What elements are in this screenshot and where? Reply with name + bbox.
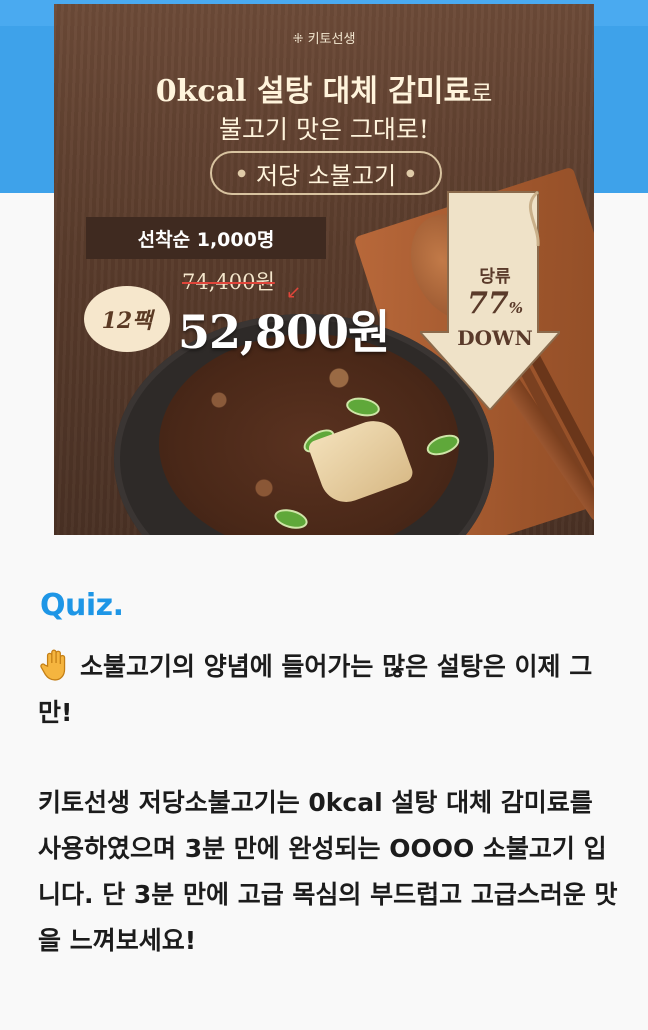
first-come-label: 선착순 1,000명 [86, 217, 326, 259]
sugar-reduction: 77% [466, 286, 523, 321]
raised-hand-icon [40, 649, 66, 681]
sparkle-icon: ⁜ [292, 32, 308, 47]
brand-name: ⁜ 키토선생 [292, 32, 356, 47]
promo-banner-image[interactable]: ⁜ 키토선생 0kcal 설탕 대체 감미료로 불고기 맛은 그대로! ● 저당… [54, 4, 594, 535]
sale-price: 52,800원 [178, 305, 390, 359]
headline: 0kcal 설탕 대체 감미료로 [155, 74, 493, 109]
bullet-dot: ● [406, 167, 415, 179]
original-price: 74,400원 [182, 270, 275, 294]
subheadline: 불고기 맛은 그대로! [219, 115, 429, 144]
down-label: DOWN [457, 326, 533, 350]
sugar-label: 당류 [479, 267, 511, 287]
quiz-description: 키토선생 저당소불고기는 0kcal 설탕 대체 감미료를 사용하였으며 3분 … [38, 788, 618, 955]
quiz-intro: 소불고기의 양념에 들어가는 많은 설탕은 이제 그만! [38, 644, 618, 736]
bullet-dot: ● [237, 167, 246, 179]
quiz-body: 소불고기의 양념에 들어가는 많은 설탕은 이제 그만! 키토선생 저당소불고기… [38, 644, 618, 964]
pack-count-badge: 12팩 [84, 286, 170, 352]
quiz-title: Quiz. [40, 588, 124, 623]
product-name-pill: ● 저당 소불고기 ● [210, 151, 442, 195]
